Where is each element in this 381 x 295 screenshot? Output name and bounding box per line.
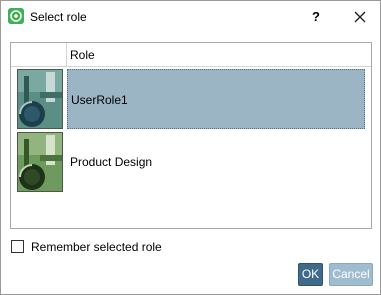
role-label: UserRole1 xyxy=(71,93,128,107)
list-header: Role xyxy=(11,43,371,67)
role-cell[interactable]: Product Design xyxy=(67,132,365,192)
title-bar: Select role ? xyxy=(1,1,380,33)
app-logo-icon xyxy=(8,8,24,24)
role-list[interactable]: Role UserRole1 Product Design xyxy=(10,42,372,229)
role-label: Product Design xyxy=(70,155,153,169)
cancel-button[interactable]: Cancel xyxy=(329,263,373,286)
remember-role-label: Remember selected role xyxy=(31,240,162,254)
remember-role-checkbox[interactable] xyxy=(11,240,24,253)
role-thumbnail-icon xyxy=(17,69,63,129)
role-row-userrole1[interactable]: UserRole1 xyxy=(11,68,371,130)
role-thumbnail-icon xyxy=(17,132,63,192)
dialog-title: Select role xyxy=(30,10,87,24)
role-cell[interactable]: UserRole1 xyxy=(67,69,365,129)
ok-button[interactable]: OK xyxy=(298,263,323,286)
close-icon[interactable] xyxy=(349,6,371,28)
select-role-dialog: Select role ? Role UserRole1 Product Des… xyxy=(0,0,381,295)
column-header-role[interactable]: Role xyxy=(70,48,95,62)
column-header-icon[interactable] xyxy=(11,43,67,67)
help-button[interactable]: ? xyxy=(305,6,327,28)
role-row-product-design[interactable]: Product Design xyxy=(11,131,371,193)
